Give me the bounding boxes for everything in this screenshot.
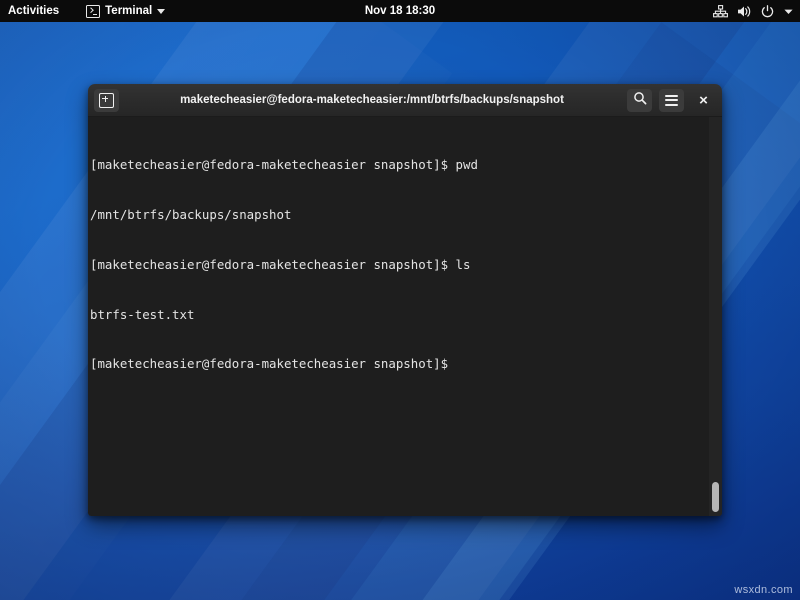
search-icon	[633, 91, 647, 110]
power-icon[interactable]	[761, 5, 774, 18]
chevron-down-icon[interactable]	[783, 5, 794, 18]
system-tray[interactable]	[713, 0, 794, 22]
volume-icon[interactable]	[737, 5, 752, 18]
terminal-line: /mnt/btrfs/backups/snapshot	[90, 207, 704, 224]
terminal-window[interactable]: maketecheasier@fedora-maketecheasier:/mn…	[88, 84, 722, 516]
titlebar-actions: ×	[625, 89, 716, 112]
activities-button[interactable]: Activities	[0, 0, 68, 22]
terminal-line: [maketecheasier@fedora-maketecheasier sn…	[90, 157, 704, 174]
vertical-scrollbar[interactable]	[709, 117, 722, 516]
search-button[interactable]	[627, 89, 652, 112]
menu-button[interactable]	[659, 89, 684, 112]
terminal-line: [maketecheasier@fedora-maketecheasier sn…	[90, 356, 704, 373]
terminal-body[interactable]: [maketecheasier@fedora-maketecheasier sn…	[88, 117, 722, 516]
close-icon: ×	[699, 93, 708, 108]
hamburger-menu-icon	[665, 95, 678, 106]
close-button[interactable]: ×	[691, 89, 716, 112]
app-menu-label: Terminal	[105, 5, 152, 17]
new-tab-button[interactable]	[94, 89, 119, 112]
clock-label[interactable]: Nov 18 18:30	[365, 5, 435, 17]
new-tab-icon	[99, 93, 114, 108]
terminal-icon	[86, 5, 100, 18]
watermark: wsxdn.com	[734, 584, 793, 596]
chevron-down-icon	[157, 9, 165, 14]
network-icon[interactable]	[713, 5, 728, 18]
window-title: maketecheasier@fedora-maketecheasier:/mn…	[119, 94, 625, 106]
terminal-titlebar[interactable]: maketecheasier@fedora-maketecheasier:/mn…	[88, 84, 722, 117]
gnome-top-bar: Activities Terminal Nov 18 18:30	[0, 0, 800, 22]
app-menu-terminal[interactable]: Terminal	[78, 0, 173, 22]
terminal-line: btrfs-test.txt	[90, 307, 704, 324]
terminal-output: [maketecheasier@fedora-maketecheasier sn…	[90, 124, 704, 406]
scrollbar-thumb[interactable]	[712, 482, 719, 512]
terminal-line: [maketecheasier@fedora-maketecheasier sn…	[90, 257, 704, 274]
desktop-screen: Activities Terminal Nov 18 18:30	[0, 0, 800, 600]
